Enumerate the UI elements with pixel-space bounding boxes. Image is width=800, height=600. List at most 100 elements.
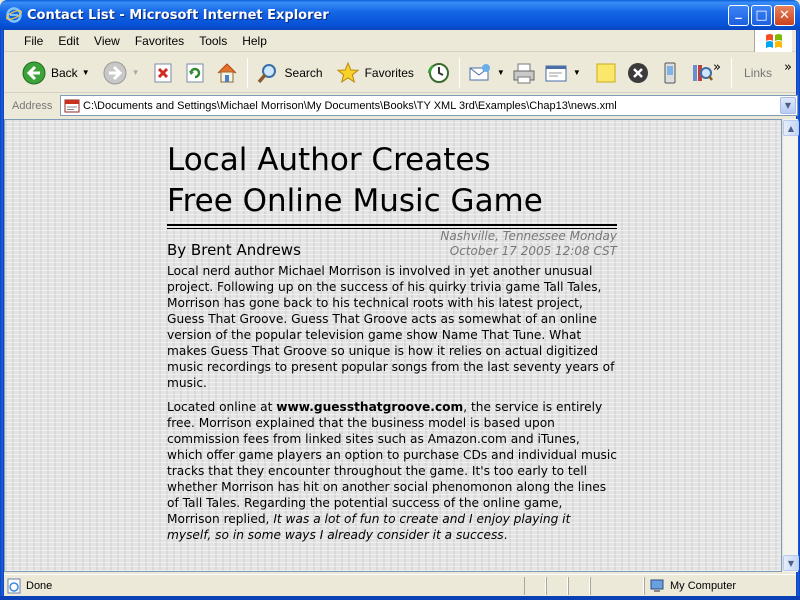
para-text: . bbox=[503, 528, 508, 542]
status-panel bbox=[524, 577, 546, 595]
toolbar: Back ▼ ▼ Search Favorites ▼ ▼ » Links » bbox=[4, 53, 796, 93]
dateline: Nashville, Tennessee Monday October 17 2… bbox=[440, 229, 617, 259]
sticky-note-icon bbox=[593, 60, 619, 86]
menu-edit[interactable]: Edit bbox=[51, 34, 87, 48]
headline-line-2: Free Online Music Game bbox=[167, 183, 543, 219]
edit-page-icon bbox=[543, 60, 569, 86]
para-text: , the service is entirely free. Morrison… bbox=[167, 400, 617, 526]
edit-dropdown-icon[interactable]: ▼ bbox=[573, 68, 581, 77]
search-button[interactable]: Search bbox=[252, 55, 326, 91]
back-arrow-icon bbox=[21, 60, 47, 86]
scroll-up-icon: ▲ bbox=[787, 123, 795, 133]
links-label[interactable]: Links bbox=[744, 66, 772, 80]
page-content: Local Author Creates Free Online Music G… bbox=[4, 119, 782, 572]
research-icon bbox=[689, 60, 715, 86]
menu-view[interactable]: View bbox=[87, 34, 128, 48]
messenger-icon bbox=[625, 60, 651, 86]
favorites-label: Favorites bbox=[364, 65, 414, 80]
article-paragraph: Local nerd author Michael Morrison is in… bbox=[167, 264, 615, 390]
search-icon bbox=[255, 60, 281, 86]
notes-button[interactable] bbox=[590, 55, 622, 91]
para-text: Located online at bbox=[167, 400, 277, 414]
scroll-up-button[interactable]: ▲ bbox=[783, 120, 799, 136]
window-title: Contact List - Microsoft Internet Explor… bbox=[27, 7, 329, 23]
close-icon: ✕ bbox=[779, 8, 790, 23]
window-controls: _ □ ✕ bbox=[728, 5, 795, 26]
mail-dropdown-icon[interactable]: ▼ bbox=[497, 68, 505, 77]
favorites-star-icon bbox=[335, 60, 361, 86]
ie-logo-icon bbox=[6, 7, 22, 23]
home-icon bbox=[214, 60, 240, 86]
forward-arrow-icon bbox=[102, 60, 128, 86]
my-computer-icon bbox=[650, 579, 664, 592]
address-label: Address bbox=[12, 100, 53, 112]
menu-favorites[interactable]: Favorites bbox=[128, 34, 192, 48]
history-icon bbox=[426, 60, 452, 86]
address-dropdown-icon[interactable]: ▼ bbox=[780, 97, 796, 114]
stop-icon bbox=[150, 60, 176, 86]
forward-dropdown-icon[interactable]: ▼ bbox=[132, 68, 140, 77]
messenger-button[interactable] bbox=[622, 55, 654, 91]
address-url: C:\Documents and Settings\Michael Morris… bbox=[83, 99, 617, 112]
byline: By Brent Andrews bbox=[167, 241, 301, 259]
status-panel bbox=[546, 577, 568, 595]
back-dropdown-icon[interactable]: ▼ bbox=[82, 68, 90, 77]
address-bar: Address C:\Documents and Settings\Michae… bbox=[4, 94, 798, 118]
edit-button[interactable]: ▼ bbox=[540, 55, 584, 91]
toolbar-separator bbox=[458, 57, 460, 88]
scroll-down-button[interactable]: ▼ bbox=[783, 555, 799, 571]
vertical-scrollbar[interactable]: ▲ ▼ bbox=[782, 119, 799, 572]
toolbar-more-icon[interactable]: » bbox=[713, 60, 721, 75]
security-zone[interactable]: My Computer bbox=[644, 577, 736, 595]
links-area: » Links » bbox=[713, 55, 796, 91]
stop-button[interactable] bbox=[147, 55, 179, 91]
window-frame-bottom bbox=[0, 596, 800, 600]
mail-icon bbox=[467, 60, 493, 86]
minimize-button[interactable]: _ bbox=[728, 5, 749, 26]
title-bar[interactable]: Contact List - Microsoft Internet Explor… bbox=[0, 0, 800, 30]
scroll-down-icon: ▼ bbox=[787, 558, 795, 568]
minimize-icon: _ bbox=[735, 5, 742, 20]
site-link: www.guessthatgroove.com bbox=[276, 400, 464, 414]
article-body: Local nerd author Michael Morrison is in… bbox=[167, 263, 617, 543]
page-done-icon bbox=[7, 578, 21, 593]
menu-file[interactable]: File bbox=[4, 34, 51, 48]
forward-button[interactable]: ▼ bbox=[99, 55, 143, 91]
back-label: Back bbox=[51, 65, 78, 80]
article-meta: Nashville, Tennessee Monday October 17 2… bbox=[167, 229, 617, 265]
toolbar-separator bbox=[731, 58, 733, 88]
status-panel bbox=[568, 577, 590, 595]
maximize-button[interactable]: □ bbox=[751, 5, 772, 26]
history-button[interactable] bbox=[423, 55, 455, 91]
article-paragraph: Located online at www.guessthatgroove.co… bbox=[167, 399, 617, 543]
toolbar-separator bbox=[246, 57, 248, 88]
menu-tools[interactable]: Tools bbox=[192, 34, 235, 48]
refresh-icon bbox=[182, 60, 208, 86]
headline-line-1: Local Author Creates bbox=[167, 142, 491, 178]
windows-logo-icon bbox=[754, 30, 792, 52]
mobile-device-icon bbox=[657, 60, 683, 86]
status-panel bbox=[590, 577, 644, 595]
maximize-icon: □ bbox=[755, 8, 768, 23]
menu-bar: File Edit View Favorites Tools Help bbox=[4, 30, 796, 52]
mail-button[interactable]: ▼ bbox=[464, 55, 508, 91]
xml-file-icon bbox=[64, 99, 80, 112]
address-field[interactable]: C:\Documents and Settings\Michael Morris… bbox=[60, 95, 798, 116]
zone-label: My Computer bbox=[670, 580, 737, 592]
close-button[interactable]: ✕ bbox=[774, 5, 795, 26]
links-more-icon[interactable]: » bbox=[784, 60, 792, 75]
favorites-button[interactable]: Favorites bbox=[332, 55, 417, 91]
refresh-button[interactable] bbox=[179, 55, 211, 91]
news-article: Local Author Creates Free Online Music G… bbox=[167, 140, 617, 551]
print-button[interactable] bbox=[508, 55, 540, 91]
status-bar: Done My Computer bbox=[4, 574, 796, 596]
status-text: Done bbox=[26, 579, 53, 592]
mobile-button[interactable] bbox=[654, 55, 686, 91]
home-button[interactable] bbox=[211, 55, 243, 91]
back-button[interactable]: Back ▼ bbox=[18, 55, 93, 91]
dateline-date: October 17 2005 12:08 CST bbox=[449, 244, 617, 258]
search-label: Search bbox=[284, 65, 323, 80]
menu-help[interactable]: Help bbox=[235, 34, 275, 48]
print-icon bbox=[511, 60, 537, 86]
dateline-location: Nashville, Tennessee Monday bbox=[440, 229, 617, 243]
